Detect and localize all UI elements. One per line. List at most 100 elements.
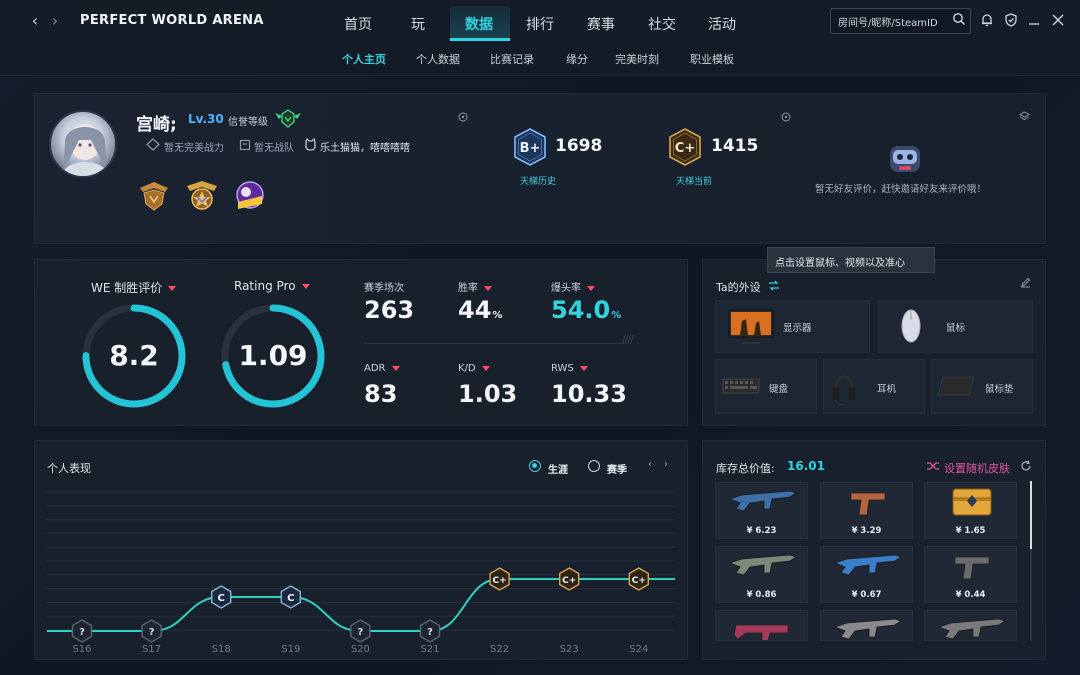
- stat-label[interactable]: K/D: [458, 363, 490, 374]
- chart-grid: [47, 491, 675, 631]
- chart-point-s19[interactable]: C: [280, 585, 301, 609]
- credit-badge-icon[interactable]: [273, 108, 303, 130]
- tab-home[interactable]: 首页: [344, 14, 372, 34]
- caret-icon: [484, 285, 492, 291]
- random-skin-button[interactable]: 设置随机皮肤: [944, 460, 1010, 476]
- tab-events[interactable]: 赛事: [587, 14, 615, 34]
- decor-slashes: ////: [622, 333, 634, 346]
- stat-label[interactable]: 胜率: [458, 279, 492, 294]
- subtab-personal-data[interactable]: 个人数据: [416, 51, 460, 67]
- rifle-icon: [728, 554, 797, 576]
- inventory-scroll-thumb[interactable]: [1030, 481, 1032, 549]
- tab-play[interactable]: 玩: [411, 14, 425, 34]
- we-rating-value: 8.2: [109, 339, 159, 372]
- chart-point-s24[interactable]: C+: [628, 567, 649, 591]
- subtab-fate[interactable]: 缘分: [566, 51, 588, 67]
- setup-title: Ta的外设: [716, 281, 761, 294]
- tab-social[interactable]: 社交: [648, 14, 676, 34]
- setup-mousepad-label: 鼠标垫: [985, 384, 1014, 395]
- search-icon[interactable]: [952, 12, 966, 26]
- search-input[interactable]: 房间号/昵称/SteamID: [838, 14, 938, 29]
- stat-label[interactable]: 爆头率: [551, 279, 595, 294]
- case-icon: [952, 488, 992, 516]
- player-level: Lv.30: [188, 112, 224, 126]
- chart-point-s21[interactable]: ?: [419, 619, 441, 643]
- setup-mouse-label: 鼠标: [946, 323, 966, 334]
- chart-point-s22[interactable]: C+: [489, 567, 510, 591]
- tab-ranking[interactable]: 排行: [526, 14, 554, 34]
- tab-data[interactable]: 数据: [465, 14, 493, 34]
- subtab-match-history[interactable]: 比赛记录: [490, 51, 534, 67]
- rifle-icon: [833, 554, 902, 576]
- edit-icon[interactable]: [1020, 277, 1031, 288]
- subtab-highlights[interactable]: 完美时刻: [615, 51, 659, 67]
- sub-nav: [0, 42, 1080, 76]
- close-icon[interactable]: [1050, 12, 1066, 28]
- inventory-item[interactable]: [715, 610, 808, 641]
- caret-icon: [579, 365, 588, 371]
- pistol-icon: [954, 556, 990, 580]
- ladder-history-score: 1698: [555, 136, 603, 156]
- pistol-icon: [850, 492, 886, 516]
- forward-icon[interactable]: ›: [48, 12, 62, 30]
- medal-event-icon[interactable]: [232, 178, 268, 214]
- tab-activity[interactable]: 活动: [708, 14, 736, 34]
- info-icon-2[interactable]: [781, 112, 791, 122]
- layers-icon[interactable]: [1019, 111, 1030, 122]
- keyboard-icon: [722, 378, 760, 394]
- shuffle-icon[interactable]: [926, 460, 940, 472]
- avatar[interactable]: [49, 110, 117, 178]
- inventory-item[interactable]: [820, 610, 913, 641]
- radio-career[interactable]: [529, 460, 541, 472]
- stat-label[interactable]: ADR: [364, 363, 400, 374]
- power-icon: [146, 138, 160, 151]
- radio-event[interactable]: [588, 460, 600, 472]
- chart-point-s20[interactable]: ?: [350, 619, 371, 643]
- next-page-icon[interactable]: ›: [664, 459, 668, 470]
- shield-icon[interactable]: [1003, 12, 1019, 28]
- svg-text:B+: B+: [520, 141, 541, 156]
- refresh-icon[interactable]: [1020, 460, 1032, 472]
- x-tick-label: S19: [281, 644, 301, 655]
- prev-page-icon[interactable]: ‹: [648, 459, 652, 470]
- team-icon: [239, 139, 251, 151]
- chart-point-s16[interactable]: ?: [71, 619, 93, 643]
- stat-value: 83: [364, 380, 398, 408]
- team-status: 暂无战队: [254, 143, 294, 154]
- caret-icon: [168, 286, 177, 291]
- back-icon[interactable]: ‹: [28, 12, 42, 30]
- chart-point-s17[interactable]: ?: [141, 619, 162, 643]
- medal-gold-icon[interactable]: [184, 178, 220, 214]
- mascot-icon: [890, 146, 920, 172]
- radio-event-label[interactable]: 赛季: [607, 461, 627, 476]
- stat-label: 赛季场次: [364, 283, 404, 294]
- stat-label[interactable]: RWS: [551, 363, 588, 374]
- mouse-icon: [901, 309, 921, 343]
- rifle-icon: [833, 618, 902, 640]
- chart-point-s23[interactable]: C+: [559, 567, 580, 591]
- stats-divider: [364, 343, 626, 344]
- rifle-icon: [728, 490, 797, 512]
- bell-icon[interactable]: [979, 12, 995, 28]
- medal-bronze-icon[interactable]: [136, 178, 172, 214]
- chart-point-label: ?: [149, 627, 155, 638]
- monitor-icon: [728, 309, 774, 344]
- we-rating-label[interactable]: WE 制胜评价: [91, 279, 177, 296]
- caret-icon: [391, 365, 400, 371]
- swap-icon[interactable]: [768, 280, 780, 291]
- username: 宫崎;: [136, 115, 177, 135]
- inventory-item-price: ¥ 0.86: [746, 590, 777, 600]
- subtab-pro-template[interactable]: 职业模板: [690, 51, 734, 67]
- inventory-item-price: ¥ 3.29: [851, 526, 882, 536]
- subtab-profile[interactable]: 个人主页: [342, 51, 386, 67]
- chart-point-s18[interactable]: C: [211, 585, 232, 609]
- stat-value: 263: [364, 296, 415, 324]
- rating-pro-label[interactable]: Rating Pro: [234, 279, 310, 293]
- minimize-icon[interactable]: [1026, 12, 1042, 28]
- info-icon[interactable]: [458, 112, 468, 122]
- setup-tooltip-text: 点击设置鼠标、视频以及准心: [775, 258, 905, 269]
- credit-level-label: 信誉等级: [228, 117, 268, 128]
- radio-career-label[interactable]: 生涯: [548, 461, 568, 476]
- inventory-item-price: ¥ 0.67: [851, 590, 882, 600]
- inventory-item[interactable]: [924, 610, 1017, 641]
